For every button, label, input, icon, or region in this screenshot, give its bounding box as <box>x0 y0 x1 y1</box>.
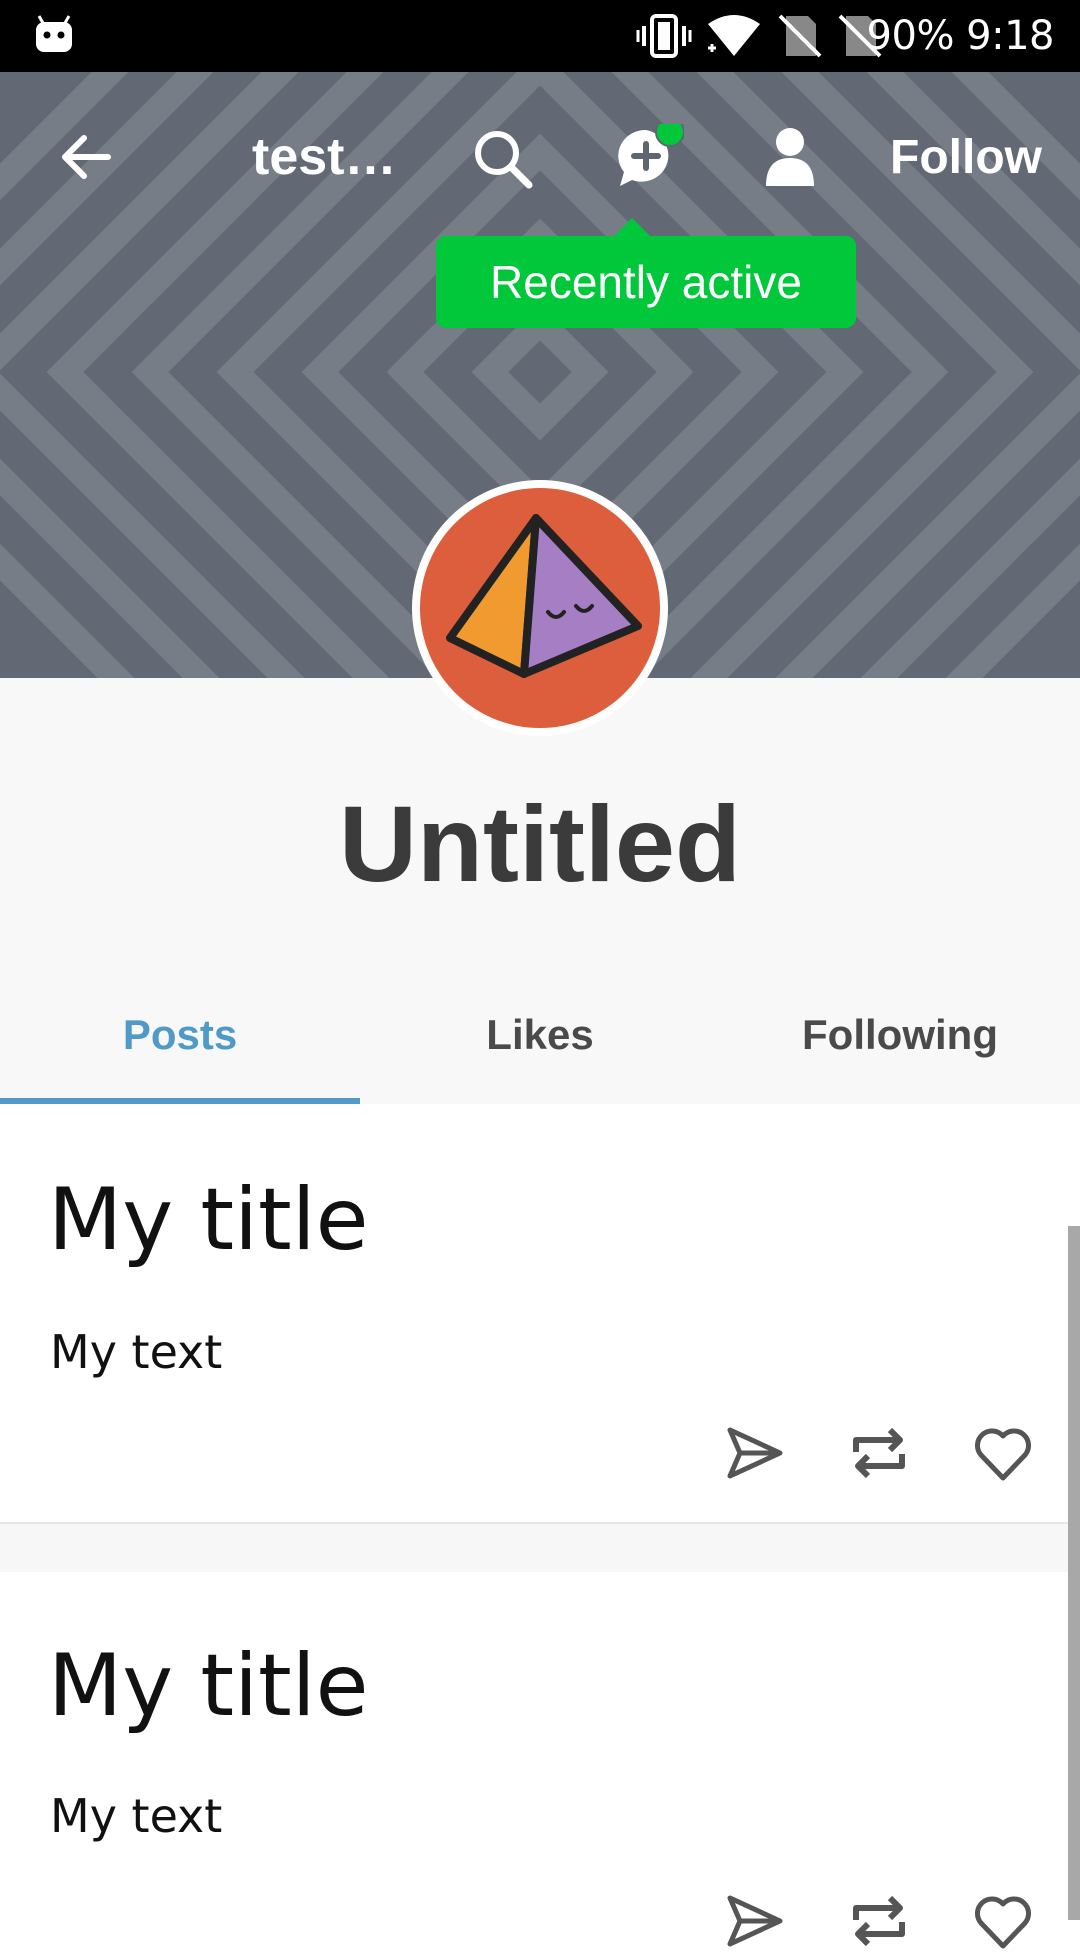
tab-likes[interactable]: Likes <box>360 990 720 1104</box>
pyramid-avatar <box>446 514 642 678</box>
battery-level: 90% <box>866 13 955 59</box>
reblog-icon[interactable] <box>848 1422 910 1484</box>
blog-title: test… <box>252 128 397 186</box>
message-plus-icon[interactable] <box>614 124 684 194</box>
avatar-image <box>420 488 660 728</box>
tab-posts[interactable]: Posts <box>0 990 360 1104</box>
recently-active-tooltip: Recently active <box>436 218 856 328</box>
post-card[interactable]: My title My text <box>0 1104 1068 1522</box>
avatar[interactable] <box>412 480 668 736</box>
follow-button[interactable]: Follow <box>890 128 1042 188</box>
share-icon[interactable] <box>724 1422 786 1484</box>
post-title: My title <box>48 1170 369 1270</box>
profile-name: Untitled <box>339 783 741 904</box>
status-text: 90% 9:18 <box>866 12 1055 60</box>
wifi-icon <box>708 15 760 56</box>
post-card[interactable]: My title My text <box>0 1572 1068 1949</box>
post-title: My title <box>48 1636 369 1736</box>
reblog-icon[interactable] <box>848 1890 910 1952</box>
heart-icon[interactable] <box>972 1422 1034 1484</box>
post-divider <box>0 1522 1068 1574</box>
android-icon <box>36 15 72 52</box>
post-text: My text <box>50 1325 223 1379</box>
vibrate-icon <box>636 14 692 58</box>
scrollbar[interactable] <box>1068 1226 1080 1920</box>
person-icon[interactable] <box>762 126 818 188</box>
status-bar: 90% 9:18 <box>0 0 1080 72</box>
back-arrow-icon[interactable] <box>56 128 114 186</box>
heart-icon[interactable] <box>972 1890 1034 1952</box>
clock: 9:18 <box>966 13 1054 59</box>
no-sim-icon <box>778 14 822 58</box>
profile-tabs: Posts Likes Following <box>0 990 1080 1104</box>
post-text: My text <box>50 1789 223 1843</box>
share-icon[interactable] <box>724 1890 786 1952</box>
search-icon[interactable] <box>472 128 534 190</box>
tab-following[interactable]: Following <box>720 990 1080 1104</box>
